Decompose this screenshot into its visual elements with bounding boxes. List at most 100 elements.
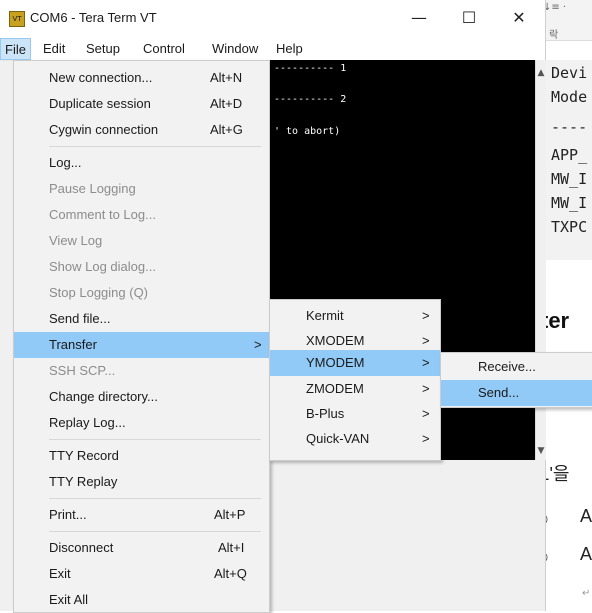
submenu-item-receive[interactable]: Receive... xyxy=(441,354,592,380)
menu-item-new-connection[interactable]: New connection... Alt+N xyxy=(14,65,269,91)
file-menu: New connection... Alt+N Duplicate session… xyxy=(13,60,270,613)
submenu-item-quick-van[interactable]: Quick-VAN > xyxy=(270,426,440,452)
minimize-button[interactable]: — xyxy=(404,6,434,30)
doc-ribbon-tab: 락 xyxy=(549,30,559,41)
menu-item-label: Print... xyxy=(49,507,87,522)
doc-code-line: Mode xyxy=(551,88,588,106)
menu-item-label: Kermit xyxy=(306,308,344,323)
menu-item-label: Receive... xyxy=(478,359,536,374)
menu-item-label: Duplicate session xyxy=(49,96,151,111)
menu-item-cygwin-connection[interactable]: Cygwin connection Alt+G xyxy=(14,117,269,143)
teraterm-app-icon: VT xyxy=(9,11,25,27)
submenu-arrow-icon: > xyxy=(422,355,430,370)
menu-item-disconnect[interactable]: Disconnect Alt+I xyxy=(14,535,269,561)
menu-item-shortcut: Alt+P xyxy=(214,507,246,522)
doc-bullet-text: A xyxy=(580,544,592,564)
menu-item-label: Send... xyxy=(478,385,520,400)
menu-item-comment-to-log[interactable]: Comment to Log... xyxy=(14,202,269,228)
terminal-line: ---------- 1 xyxy=(274,63,347,74)
menu-item-transfer[interactable]: Transfer > xyxy=(14,332,269,358)
terminal-line: ' to abort) xyxy=(274,126,341,137)
submenu-item-kermit[interactable]: Kermit > xyxy=(270,303,440,329)
scroll-up-icon[interactable]: ▲ xyxy=(536,68,546,78)
menu-item-replay-log[interactable]: Replay Log... xyxy=(14,410,269,436)
doc-code-line: MW_I xyxy=(551,194,588,212)
menu-item-label: Show Log dialog... xyxy=(49,259,156,274)
submenu-arrow-icon: > xyxy=(422,308,430,323)
submenu-item-b-plus[interactable]: B-Plus > xyxy=(270,401,440,427)
window-title: COM6 - Tera Term VT xyxy=(30,10,157,25)
title-bar[interactable]: VT COM6 - Tera Term VT — ☐ ✕ xyxy=(0,0,545,38)
menu-item-label: Replay Log... xyxy=(49,415,126,430)
menu-item-label: SSH SCP... xyxy=(49,363,116,378)
menu-item-label: New connection... xyxy=(49,70,153,85)
doc-code-line: ---- xyxy=(551,118,588,136)
menu-file[interactable]: File xyxy=(0,38,31,60)
doc-code-line: APP_ xyxy=(551,146,588,164)
menu-item-ssh-scp[interactable]: SSH SCP... xyxy=(14,358,269,384)
menu-item-shortcut: Alt+N xyxy=(210,70,243,85)
menu-item-shortcut: Alt+G xyxy=(210,122,243,137)
submenu-item-zmodem[interactable]: ZMODEM > xyxy=(270,376,440,402)
menu-item-label: Send file... xyxy=(49,311,111,326)
menu-item-label: B-Plus xyxy=(306,406,345,421)
menu-item-pause-logging[interactable]: Pause Logging xyxy=(14,176,269,202)
doc-code-line: TXPC xyxy=(551,218,588,236)
menu-item-label: Disconnect xyxy=(49,540,114,555)
menu-item-log[interactable]: Log... xyxy=(14,150,269,176)
menu-item-view-log[interactable]: View Log xyxy=(14,228,269,254)
menu-item-label: Exit xyxy=(49,566,71,581)
menu-separator xyxy=(49,146,261,147)
menu-item-send-file[interactable]: Send file... xyxy=(14,306,269,332)
menu-item-print[interactable]: Print... Alt+P xyxy=(14,502,269,528)
close-button[interactable]: ✕ xyxy=(504,6,534,30)
menu-separator xyxy=(49,439,261,440)
menu-separator xyxy=(49,498,261,499)
menu-item-shortcut: Alt+D xyxy=(210,96,243,111)
menu-window[interactable]: Window xyxy=(212,41,258,56)
menu-item-label: TTY Record xyxy=(49,448,119,463)
menu-setup[interactable]: Setup xyxy=(86,41,120,56)
menu-item-label: Comment to Log... xyxy=(49,207,156,222)
submenu-arrow-icon: > xyxy=(422,431,430,446)
submenu-arrow-icon: > xyxy=(422,406,430,421)
menu-help[interactable]: Help xyxy=(276,41,303,56)
menu-control[interactable]: Control xyxy=(143,41,185,56)
menu-item-label: Quick-VAN xyxy=(306,431,370,446)
doc-ribbon-glyph: ↓≡ · xyxy=(543,2,567,13)
scroll-down-icon[interactable]: ▼ xyxy=(536,446,546,456)
submenu-item-send[interactable]: Send... xyxy=(441,380,592,406)
menu-item-label: TTY Replay xyxy=(49,474,118,489)
menu-item-exit-all[interactable]: Exit All xyxy=(14,587,269,613)
menu-item-tty-replay[interactable]: TTY Replay xyxy=(14,469,269,495)
menu-item-shortcut: Alt+Q xyxy=(214,566,247,581)
doc-code-line: Devi xyxy=(551,64,588,82)
menu-item-label: Pause Logging xyxy=(49,181,136,196)
maximize-button[interactable]: ☐ xyxy=(454,6,484,30)
menu-item-change-directory[interactable]: Change directory... xyxy=(14,384,269,410)
menu-separator xyxy=(49,531,261,532)
terminal-line: ---------- 2 xyxy=(274,94,347,105)
submenu-arrow-icon: > xyxy=(422,381,430,396)
menu-item-exit[interactable]: Exit Alt+Q xyxy=(14,561,269,587)
transfer-submenu: Kermit > XMODEM > YMODEM > ZMODEM > B-Plus > … xyxy=(269,299,441,461)
menu-item-label: Transfer xyxy=(49,337,97,352)
menu-item-label: Change directory... xyxy=(49,389,158,404)
submenu-item-ymodem[interactable]: YMODEM > xyxy=(270,350,440,376)
doc-code-line: MW_I xyxy=(551,170,588,188)
paragraph-return-icon: ↵ xyxy=(582,588,591,599)
menu-item-label: ZMODEM xyxy=(306,381,364,396)
submenu-arrow-icon: > xyxy=(254,337,262,352)
menu-edit[interactable]: Edit xyxy=(43,41,65,56)
ymodem-submenu: Receive... Send... xyxy=(440,352,592,408)
menu-item-duplicate-session[interactable]: Duplicate session Alt+D xyxy=(14,91,269,117)
menu-item-shortcut: Alt+I xyxy=(218,540,245,555)
menu-item-stop-logging[interactable]: Stop Logging (Q) xyxy=(14,280,269,306)
doc-bullet-text: A xyxy=(580,506,592,526)
menu-item-label: YMODEM xyxy=(306,355,365,370)
menu-item-show-log-dialog[interactable]: Show Log dialog... xyxy=(14,254,269,280)
menu-item-label: View Log xyxy=(49,233,103,248)
menu-item-label: Exit All xyxy=(49,592,89,607)
menu-item-tty-record[interactable]: TTY Record xyxy=(14,443,269,469)
menu-item-label: Stop Logging (Q) xyxy=(49,285,149,300)
